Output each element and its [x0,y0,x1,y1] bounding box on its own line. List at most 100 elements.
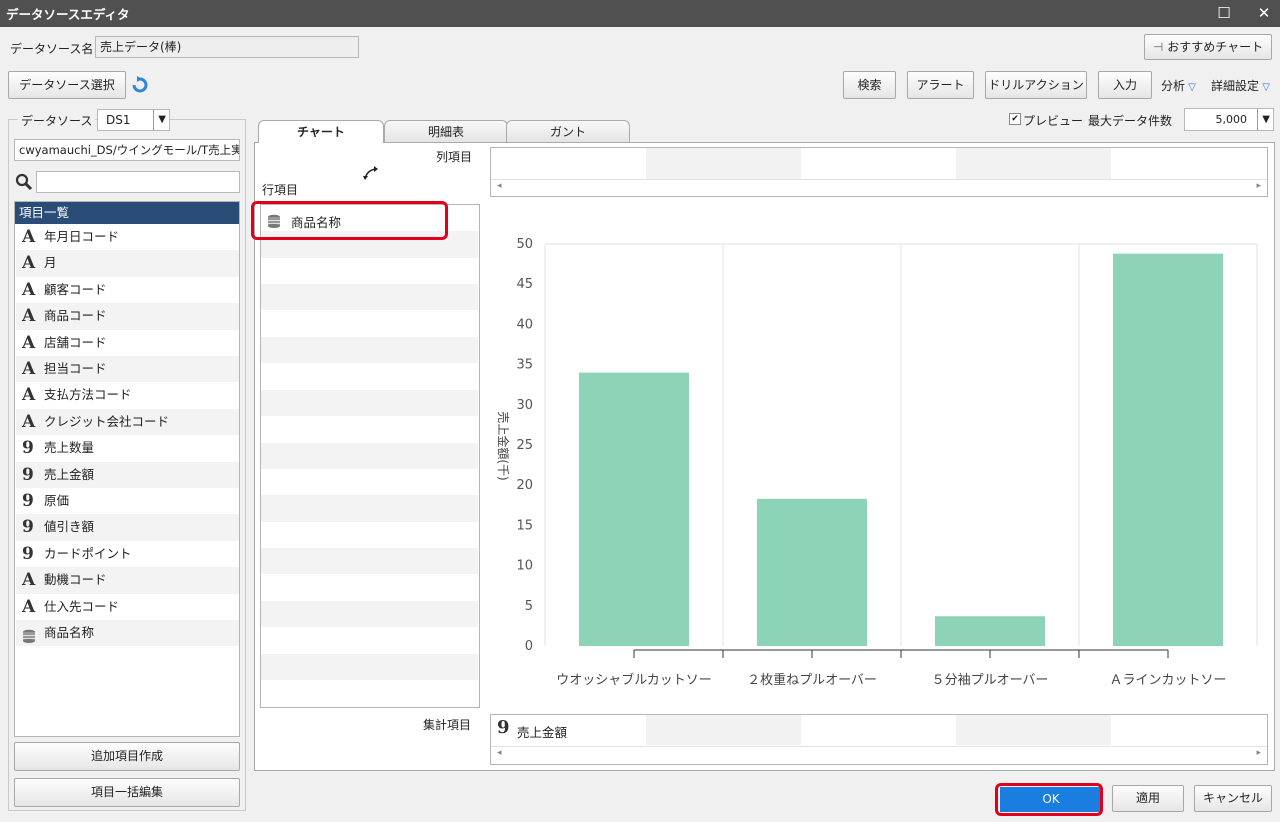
list-item[interactable]: A 商品コード [16,303,239,330]
list-item-label: 支払方法コード [44,387,132,403]
aggregate-item-sales-amount[interactable]: 9 売上金額 [495,717,645,742]
chevron-down-icon: ▼ [153,110,166,130]
y-tick-label: 5 [525,599,533,614]
text-type-icon: A [22,596,36,617]
highlight-ok-button [995,783,1103,816]
swap-axes-icon[interactable] [362,165,380,181]
datasource-select[interactable]: DS1 ▼ [97,109,170,131]
list-item[interactable]: 9 カードポイント [16,540,239,568]
row-items-label: 行項目 [262,183,299,197]
alert-button[interactable]: アラート [907,71,974,99]
item-list: 項目一覧 A 年月日コード A 月 A 顧客コード A 商品コード A 店舗コード A 担当コード A 支… [14,201,240,737]
analysis-menu[interactable]: 分析 ▽ [1161,77,1196,94]
bar [757,498,867,646]
list-item[interactable]: 9 原価 [16,488,239,515]
list-item-label: カードポイント [44,545,132,561]
tab-chart[interactable]: チャート [258,120,384,143]
list-item[interactable]: 9 売上数量 [16,435,239,462]
y-tick-label: 10 [516,559,533,574]
bar [935,616,1045,646]
scroll-left-icon[interactable]: ◂ [497,181,502,191]
search-button[interactable]: 検索 [843,71,896,99]
datasource-group-label: データソース [18,112,96,129]
list-item[interactable]: 商品名称 [16,620,239,647]
database-icon [22,626,36,643]
text-type-icon: A [22,279,36,300]
list-item[interactable]: A 年月日コード [16,224,239,251]
column-items-drop-area[interactable]: ◂ ▸ [490,147,1268,197]
datasource-path: cwyamauchi_DS/ウイングモール/T売上実 [14,139,240,161]
row-items-drop-area[interactable]: 商品名称 [260,204,480,708]
triangle-down-icon: ▽ [1259,82,1270,93]
input-button[interactable]: 入力 [1098,71,1152,99]
list-item[interactable]: A 顧客コード [16,276,239,304]
y-tick-label: 50 [516,237,533,252]
y-tick-label: 20 [516,478,533,493]
add-item-button[interactable]: 追加項目作成 [14,742,240,771]
chart-area: 0 5 10 15 20 25 30 35 40 45 50 ウオッシャブルカットソー ２枚重ねプルオー… [490,200,1268,708]
chevron-down-icon: ▼ [1257,109,1270,130]
close-icon[interactable]: ✕ [1252,2,1276,24]
text-type-icon: A [22,253,36,274]
list-item[interactable]: A 担当コード [16,356,239,383]
scroll-right-icon[interactable]: ▸ [1256,181,1261,191]
list-item-label: 年月日コード [44,229,120,244]
list-item[interactable]: A 動機コード [16,567,239,594]
x-tick-label: ２枚重ねプルオーバー [747,672,877,688]
max-rows-select[interactable]: 5,000 ▼ [1184,108,1274,131]
window-title: データソースエディタ [6,7,130,22]
datasource-name-input[interactable]: 売上データ(棒) [95,36,359,58]
list-item-label: クレジット会社コード [44,413,170,429]
list-item[interactable]: A クレジット会社コード [16,408,239,436]
refresh-icon[interactable] [131,76,149,94]
cancel-button[interactable]: キャンセル [1194,785,1272,812]
text-type-icon: A [22,306,36,327]
list-item-label: 担当コード [44,361,107,376]
select-datasource-button[interactable]: データソース選択 [8,71,126,99]
drill-action-button[interactable]: ドリルアクション [985,71,1087,99]
pin-icon: ⊣ [1152,40,1164,54]
detail-settings-menu[interactable]: 詳細設定 ▽ [1211,77,1270,94]
y-tick-label: 0 [525,639,533,654]
preview-label: プレビュー [1023,114,1084,128]
scroll-left-icon[interactable]: ◂ [497,748,502,758]
list-item[interactable]: A 店舗コード [16,329,239,356]
list-item[interactable]: 9 売上金額 [16,461,239,488]
aggregate-items-scrollbar[interactable]: ◂ ▸ [491,746,1267,764]
scroll-right-icon[interactable]: ▸ [1256,748,1261,758]
column-items-scrollbar[interactable]: ◂ ▸ [491,179,1267,196]
aggregate-items-label: 集計項目 [423,718,472,732]
preview-checkbox[interactable]: ✔ [1009,113,1021,125]
apply-button[interactable]: 適用 [1112,785,1184,812]
text-type-icon: A [22,359,36,379]
title-bar: データソースエディタ ☐ ✕ [0,0,1280,27]
list-item[interactable]: A月 [16,250,239,277]
tab-gantt[interactable]: ガント [506,120,630,142]
text-type-icon: A [22,570,36,591]
y-tick-label: 40 [516,317,533,332]
recommend-chart-button[interactable]: ⊣ おすすめチャート [1144,34,1272,60]
column-items-label: 列項目 [436,150,473,164]
number-type-icon: 9 [22,543,34,564]
bulk-edit-button[interactable]: 項目一括編集 [14,778,240,807]
list-item[interactable]: A 支払方法コード [16,382,239,409]
tab-detail-table[interactable]: 明細表 [384,120,508,142]
list-item-label: 顧客コード [44,281,107,297]
list-item-label: 売上金額 [44,466,95,482]
item-search-input[interactable] [36,171,240,193]
text-type-icon: A [22,227,36,247]
list-item[interactable]: A 仕入先コード [16,593,239,620]
y-tick-label: 25 [516,438,533,453]
list-item[interactable]: 9 値引き額 [16,514,239,541]
max-rows-label: 最大データ件数 [1088,114,1173,128]
number-type-icon: 9 [497,717,510,738]
text-type-icon: A [22,411,36,432]
number-type-icon: 9 [22,517,34,538]
aggregate-items-drop-area[interactable]: 9 売上金額 ◂ ▸ [490,714,1268,765]
x-tick-label: Ａラインカットソー [1109,673,1226,688]
datasource-name-label: データソース名 [10,42,94,56]
maximize-icon[interactable]: ☐ [1212,2,1236,24]
number-type-icon: 9 [22,464,34,485]
bar [1113,253,1223,646]
triangle-down-icon: ▽ [1185,82,1196,93]
